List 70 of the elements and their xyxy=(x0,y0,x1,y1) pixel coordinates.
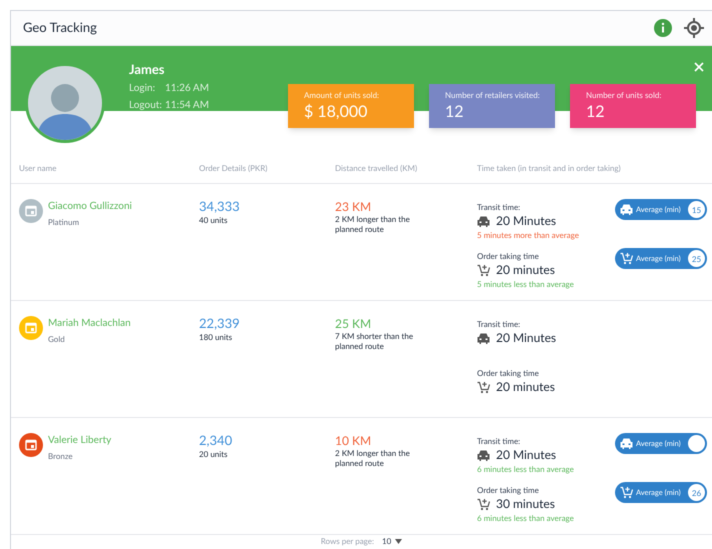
rows-per-page-label: Rows per page: xyxy=(320,535,374,547)
stat-value: 12 xyxy=(586,101,606,123)
login-label: Login: xyxy=(129,80,156,96)
time-value: 20 minutes xyxy=(496,379,555,395)
cart-add-icon xyxy=(477,264,490,276)
car-icon xyxy=(477,450,490,460)
time-label: Transit time: xyxy=(477,201,522,213)
membership-level-label: Gold xyxy=(48,333,66,345)
dropdown-caret-icon xyxy=(395,538,402,544)
cart-add-icon xyxy=(620,486,633,499)
rows-per-page-dropdown[interactable]: 10 xyxy=(382,535,402,547)
time-value: 20 Minutes xyxy=(496,213,556,229)
order-units: 20 units xyxy=(199,448,229,460)
user-name[interactable]: Giacomo Gullizzoni xyxy=(48,199,132,214)
time-value: 20 minutes xyxy=(496,262,555,278)
column-header: Distance travelled (KM) xyxy=(335,162,418,175)
order-amount: 22,339 xyxy=(199,316,241,331)
distance-value: 25 KM xyxy=(335,316,372,331)
cart-add-icon xyxy=(620,252,633,265)
profile-name: James xyxy=(129,60,166,79)
car-icon xyxy=(620,204,633,215)
average-count xyxy=(688,435,705,452)
time-comparison: 6 minutes less than average xyxy=(477,463,575,475)
membership-level-label: Platinum xyxy=(48,216,80,228)
car-icon xyxy=(477,332,490,344)
average-count: 26 xyxy=(688,484,705,501)
close-icon[interactable] xyxy=(694,62,704,72)
user-name[interactable]: Mariah Maclachlan xyxy=(48,316,131,331)
stat-label: Number of retailers visited: xyxy=(445,89,541,101)
order-units: 40 units xyxy=(199,214,229,226)
distance-note: 2 KM longer than the planned route xyxy=(335,214,411,234)
time-label: Order taking time xyxy=(477,250,540,262)
stat-label: Number of units sold: xyxy=(586,89,662,101)
car-icon xyxy=(477,216,490,226)
column-header: Time taken (in transit and in order taking) xyxy=(477,162,622,175)
stat-label: Amount of units sold: xyxy=(304,89,380,101)
column-header: User name xyxy=(18,162,58,175)
logout-time: 11:54 AM xyxy=(165,98,209,112)
time-label: Transit time: xyxy=(477,435,522,447)
time-comparison: 6 minutes less than average xyxy=(477,512,575,524)
time-label: Order taking time xyxy=(477,367,540,379)
login-time: 11:26 AM xyxy=(165,80,209,96)
cart-add-icon xyxy=(477,380,490,394)
cart-add-icon xyxy=(477,498,490,510)
car-icon xyxy=(620,438,633,449)
logout-label: Logout: xyxy=(129,98,163,112)
info-icon[interactable] xyxy=(654,19,672,37)
distance-value: 10 KM xyxy=(335,433,372,448)
time-value: 20 Minutes xyxy=(496,447,556,463)
time-comparison: 5 minutes more than average xyxy=(477,229,580,241)
column-header: Order Details (PKR) xyxy=(199,162,268,175)
distance-note: 2 KM longer than the planned route xyxy=(335,448,411,468)
membership-level-label: Bronze xyxy=(48,450,74,462)
average-count: 15 xyxy=(688,201,705,218)
order-units: 180 units xyxy=(199,331,234,343)
time-label: Transit time: xyxy=(477,318,522,330)
time-value: 20 Minutes xyxy=(496,330,556,346)
distance-note: 7 KM shorter than the planned route xyxy=(335,331,414,351)
stat-value: $ 18,000 xyxy=(304,101,368,123)
average-count: 25 xyxy=(688,250,705,267)
stat-value: 12 xyxy=(445,101,465,123)
order-amount: 34,333 xyxy=(199,199,241,214)
time-value: 30 minutes xyxy=(496,496,555,512)
location-target-icon[interactable] xyxy=(684,18,704,38)
page-title: Geo Tracking xyxy=(23,18,97,38)
user-name[interactable]: Valerie Liberty xyxy=(48,433,112,448)
time-label: Order taking time xyxy=(477,484,540,496)
distance-value: 23 KM xyxy=(335,199,372,214)
order-amount: 2,340 xyxy=(199,433,234,448)
time-comparison: 5 minutes less than average xyxy=(477,278,575,290)
